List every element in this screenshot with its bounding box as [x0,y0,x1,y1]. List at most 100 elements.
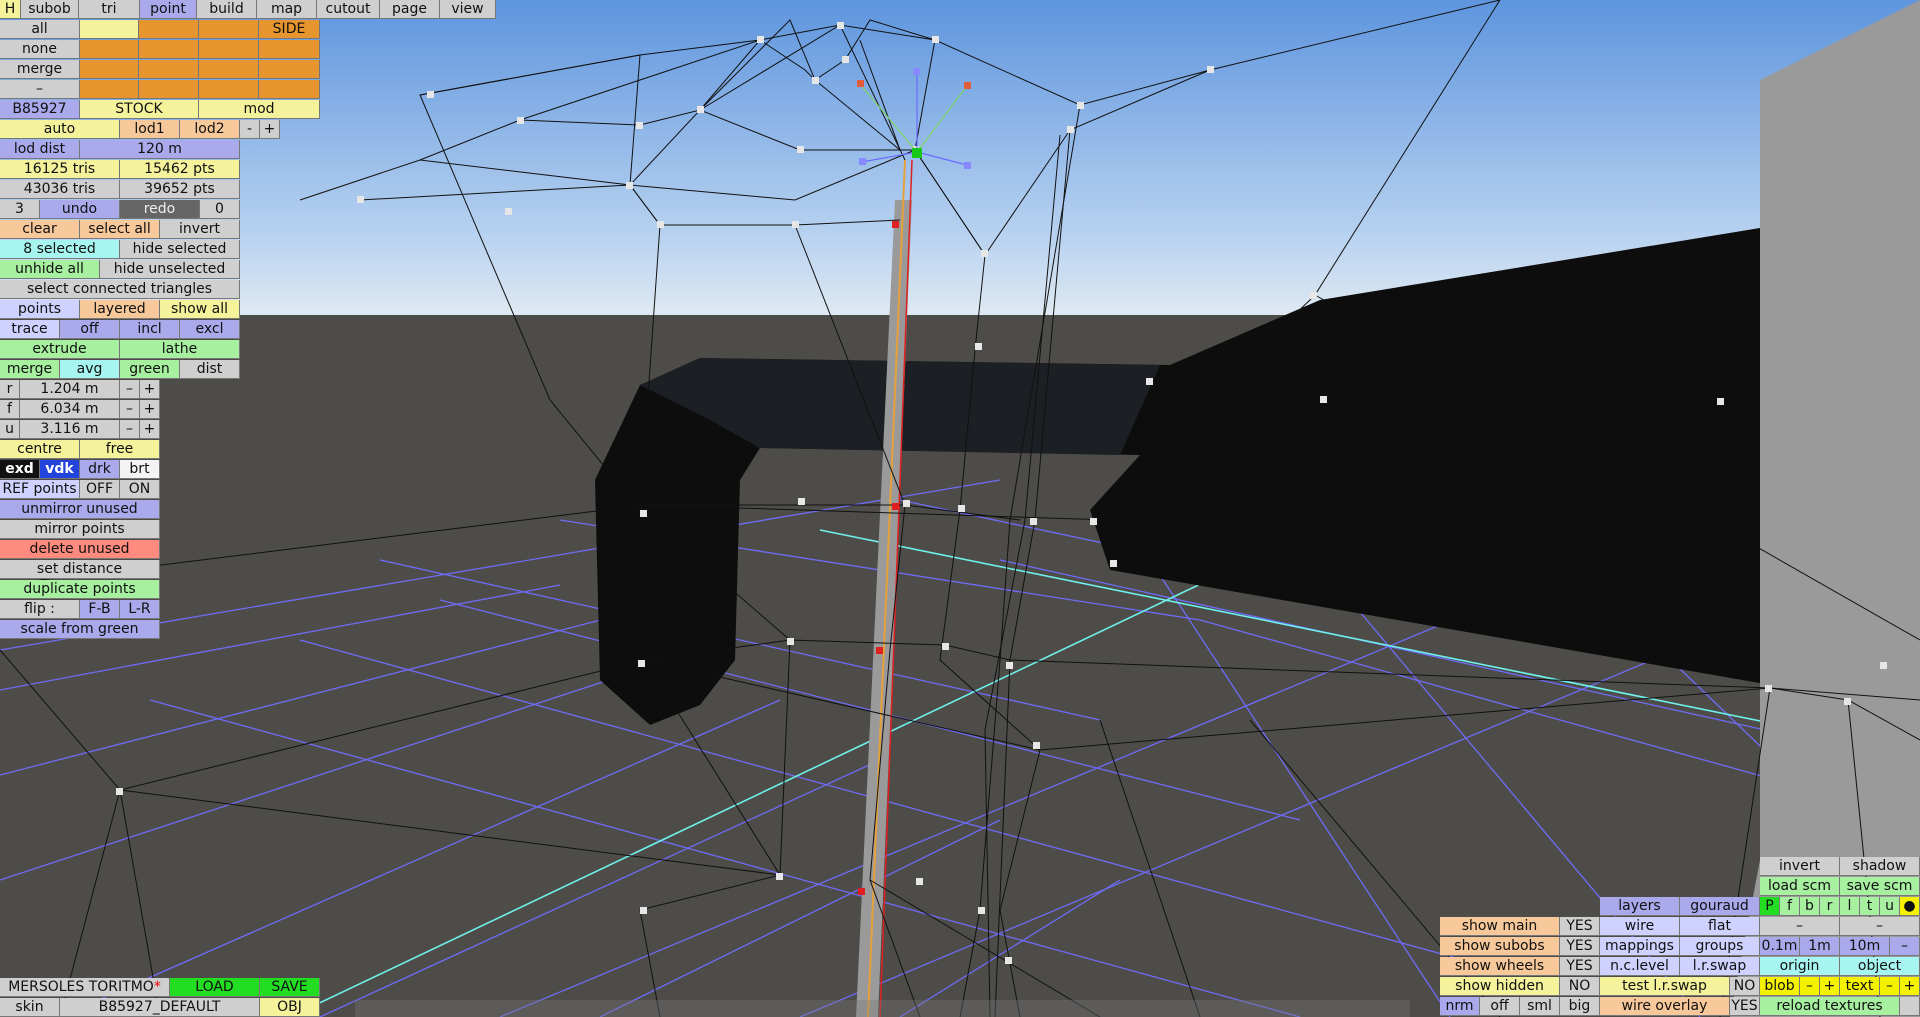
viewport-3d[interactable] [0,0,1920,1017]
show-hidden-value[interactable]: NO [1560,977,1600,996]
shade-drk-button[interactable]: drk [80,460,120,479]
dash-button[interactable]: – [1840,917,1920,936]
nc-level-button[interactable]: n.c.level [1600,957,1680,976]
lr-swap-button[interactable]: l.r.swap [1680,957,1760,976]
groups-button[interactable]: groups [1680,937,1760,956]
show-hidden-toggle[interactable]: show hidden [1440,977,1560,996]
menu-h[interactable]: H [0,0,21,19]
swatch-orange[interactable] [199,80,259,99]
coord-value[interactable]: 3.116 m [20,420,120,439]
coord-plus-button[interactable]: + [140,420,160,439]
merge-avg-button[interactable]: avg [60,360,120,379]
delete-unused-button[interactable]: delete unused [0,540,160,559]
lod-minus-button[interactable]: - [240,120,260,139]
points-button[interactable]: points [0,300,80,319]
coord-plus-button[interactable]: + [140,380,160,399]
flip-lr-button[interactable]: L-R [120,600,160,619]
show-all-button[interactable]: show all [160,300,240,319]
coord-value[interactable]: 1.204 m [20,380,120,399]
flag-f-button[interactable]: f [1780,897,1800,916]
reload-extra-button[interactable] [1900,997,1920,1016]
unhide-all-button[interactable]: unhide all [0,260,100,279]
shade-exd-button[interactable]: exd [0,460,40,479]
coord-minus-button[interactable]: – [120,420,140,439]
size-off-button[interactable]: off [1480,997,1520,1016]
menu-view[interactable]: view [440,0,496,19]
load-scm-button[interactable]: load scm [1760,877,1840,896]
flag-l-button[interactable]: l [1840,897,1860,916]
text-button[interactable]: text [1840,977,1880,996]
flag-b-button[interactable]: b [1800,897,1820,916]
grid-minus-button[interactable]: – [1890,937,1920,956]
flag-dot-button[interactable]: ● [1900,897,1920,916]
shade-brt-button[interactable]: brt [120,460,160,479]
flag-u-button[interactable]: u [1880,897,1900,916]
test-lr-swap-value[interactable]: NO [1730,977,1760,996]
wire-overlay-button[interactable]: wire overlay [1600,997,1730,1016]
coord-plus-button[interactable]: + [140,400,160,419]
save-scm-button[interactable]: save scm [1840,877,1920,896]
set-distance-button[interactable]: set distance [0,560,160,579]
gouraud-button[interactable]: gouraud [1680,897,1760,916]
obj-button[interactable]: OBJ [260,998,320,1017]
swatch-orange[interactable] [80,80,139,99]
dash-button[interactable]: – [1760,917,1840,936]
show-subobs-value[interactable]: YES [1560,937,1600,956]
origin-button[interactable]: origin [1760,957,1840,976]
lod-auto-button[interactable]: auto [0,120,120,139]
select-connected-button[interactable]: select connected triangles [0,280,240,299]
menu-page[interactable]: page [380,0,440,19]
menu-point[interactable]: point [140,0,197,19]
show-subobs-toggle[interactable]: show subobs [1440,937,1560,956]
show-main-toggle[interactable]: show main [1440,917,1560,936]
trace-excl-button[interactable]: excl [180,320,240,339]
menu-build[interactable]: build [197,0,257,19]
centre-button[interactable]: centre [0,440,80,459]
show-main-value[interactable]: YES [1560,917,1600,936]
stock-button[interactable]: STOCK [80,100,199,119]
skin-value[interactable]: B85927_DEFAULT [60,998,260,1017]
trace-off-button[interactable]: off [60,320,120,339]
wire-overlay-value[interactable]: YES [1730,997,1760,1016]
swatch-orange[interactable] [139,20,199,39]
merge-button[interactable]: merge [0,360,60,379]
side-button[interactable]: SIDE [259,20,320,39]
text-plus-button[interactable]: + [1900,977,1920,996]
select-none-row[interactable]: none [0,40,80,59]
merge-green-button[interactable]: green [120,360,180,379]
grid-10m-button[interactable]: 10m [1840,937,1890,956]
model-name[interactable]: MERSOLES TORITMO* [0,978,170,997]
hide-unselected-button[interactable]: hide unselected [100,260,240,279]
redo-button[interactable]: redo [120,200,200,219]
lathe-button[interactable]: lathe [120,340,240,359]
lod1-button[interactable]: lod1 [120,120,180,139]
lod2-button[interactable]: lod2 [180,120,240,139]
test-lr-swap-button[interactable]: test l.r.swap [1600,977,1730,996]
flat-button[interactable]: flat [1680,917,1760,936]
flag-t-button[interactable]: t [1860,897,1880,916]
swatch-orange[interactable] [199,40,259,59]
mirror-points-button[interactable]: mirror points [0,520,160,539]
swatch-orange[interactable] [80,60,139,79]
menu-map[interactable]: map [257,0,317,19]
mod-button[interactable]: mod [199,100,320,119]
grid-1m-button[interactable]: 1m [1800,937,1840,956]
size-nrm-button[interactable]: nrm [1440,997,1480,1016]
invert-button[interactable]: invert [160,220,240,239]
coord-minus-button[interactable]: – [120,380,140,399]
swatch-orange[interactable] [80,40,139,59]
swatch-orange[interactable] [259,40,320,59]
menu-subob[interactable]: subob [21,0,79,19]
swatch-orange[interactable] [139,60,199,79]
object-button[interactable]: object [1840,957,1920,976]
model-code[interactable]: B85927 [0,100,80,119]
extrude-button[interactable]: extrude [0,340,120,359]
swatch-orange[interactable] [259,60,320,79]
swatch-orange[interactable] [259,80,320,99]
swatch-orange[interactable] [139,80,199,99]
show-wheels-toggle[interactable]: show wheels [1440,957,1560,976]
menu-cutout[interactable]: cutout [317,0,380,19]
duplicate-points-button[interactable]: duplicate points [0,580,160,599]
layered-button[interactable]: layered [80,300,160,319]
undo-button[interactable]: undo [40,200,120,219]
